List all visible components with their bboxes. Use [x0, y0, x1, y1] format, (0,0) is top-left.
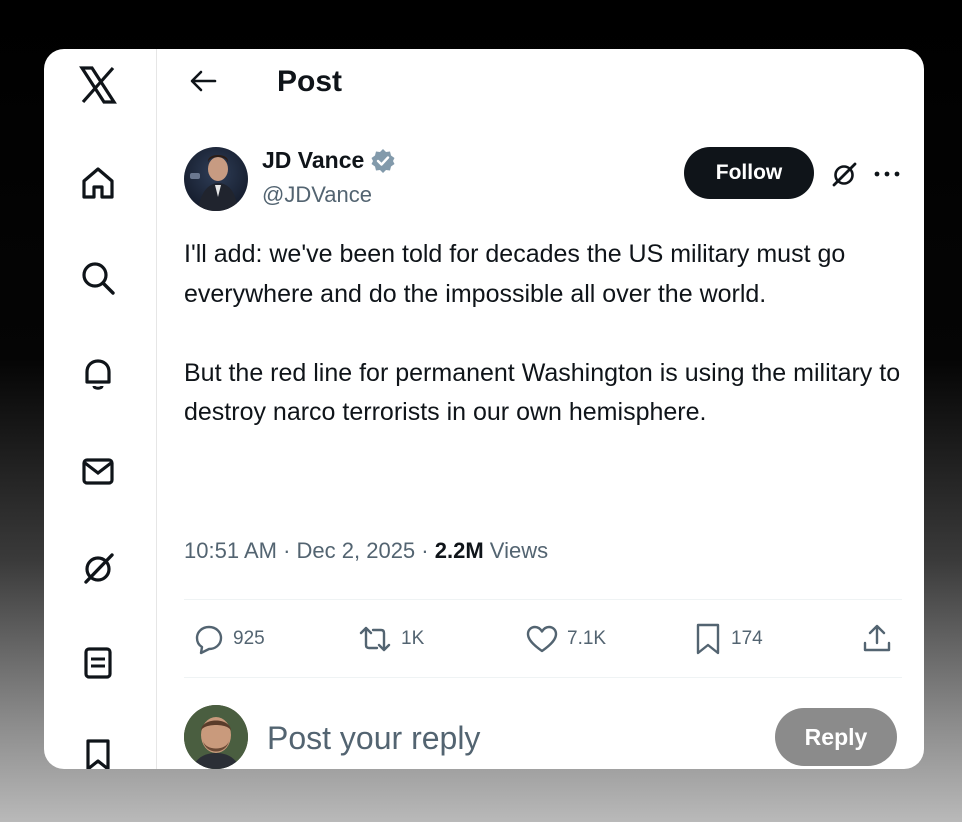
- reply-button[interactable]: Reply: [775, 708, 897, 766]
- notifications-icon[interactable]: [76, 352, 120, 396]
- repost-icon: [359, 626, 391, 652]
- grok-icon[interactable]: [827, 157, 861, 191]
- reply-icon: [195, 625, 223, 655]
- post-date[interactable]: Dec 2, 2025: [297, 538, 416, 563]
- repost-action[interactable]: 1K: [357, 617, 424, 661]
- share-icon: [863, 624, 891, 652]
- bookmark-action[interactable]: 174: [693, 617, 763, 661]
- post-time[interactable]: 10:51 AM: [184, 538, 277, 563]
- user-avatar[interactable]: [184, 705, 248, 769]
- arrow-left-icon: [190, 70, 217, 92]
- post-paragraph: I'll add: we've been told for decades th…: [184, 240, 846, 308]
- post-text: I'll add: we've been told for decades th…: [184, 235, 904, 433]
- bookmarks-icon[interactable]: [76, 733, 120, 769]
- back-button[interactable]: [185, 63, 221, 99]
- author-avatar[interactable]: [184, 147, 248, 211]
- bookmark-count: 174: [731, 628, 763, 649]
- like-action[interactable]: 7.1K: [525, 617, 606, 661]
- author-handle[interactable]: @JDVance: [262, 182, 372, 208]
- lists-icon[interactable]: [76, 641, 120, 685]
- reply-action[interactable]: 925: [193, 617, 265, 661]
- meta-separator: ·: [421, 538, 435, 563]
- views-label: Views: [489, 538, 549, 563]
- divider: [184, 677, 902, 678]
- verified-badge-icon: [371, 148, 395, 173]
- reply-input[interactable]: [265, 711, 669, 765]
- repost-count: 1K: [401, 628, 425, 649]
- sidebar-nav: [44, 49, 157, 769]
- x-logo-icon[interactable]: [76, 63, 120, 107]
- messages-icon[interactable]: [76, 449, 120, 493]
- like-count: 7.1K: [567, 628, 607, 649]
- post-card: Post JD Vance @JDVance Follow I'll add: …: [44, 49, 924, 769]
- post-meta: 10:51 AM · Dec 2, 2025 · 2.2M Views: [184, 538, 548, 564]
- author-name[interactable]: JD Vance: [262, 147, 396, 174]
- follow-button[interactable]: Follow: [684, 147, 814, 199]
- post-paragraph: But the red line for permanent Washingto…: [184, 358, 901, 427]
- reply-count: 925: [233, 628, 265, 649]
- author-name-text: JD Vance: [262, 147, 365, 173]
- page-title: Post: [277, 65, 343, 98]
- search-icon[interactable]: [76, 256, 120, 300]
- share-action[interactable]: [861, 617, 893, 661]
- page-header: Post: [157, 49, 924, 115]
- meta-separator: ·: [283, 538, 297, 563]
- divider: [184, 599, 902, 600]
- heart-icon: [526, 625, 558, 653]
- more-options-icon[interactable]: [869, 157, 905, 191]
- views-count: 2.2M: [434, 538, 484, 563]
- home-icon[interactable]: [76, 161, 120, 205]
- main-column: Post JD Vance @JDVance Follow I'll add: …: [157, 49, 924, 769]
- grok-icon[interactable]: [76, 546, 120, 590]
- bookmark-icon: [696, 623, 720, 655]
